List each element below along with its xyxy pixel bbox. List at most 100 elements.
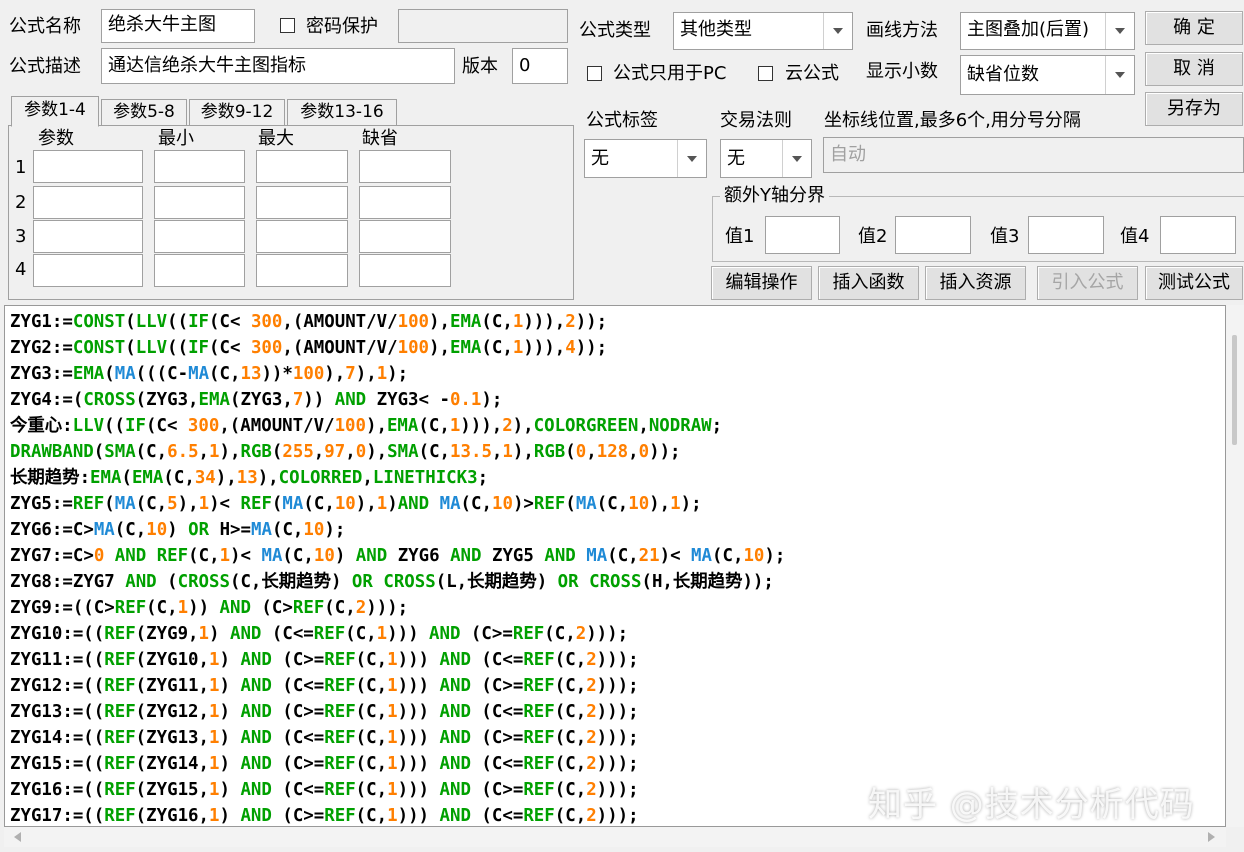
yaxis-value-input-4[interactable] [1160, 216, 1236, 254]
pc-only-checkbox[interactable] [587, 66, 602, 81]
chevron-down-icon[interactable] [677, 140, 706, 177]
code-line: ZYG14:=((REF(ZYG13,1) AND (C<=REF(C,1)))… [10, 728, 639, 748]
import-formula-button[interactable]: 引入公式 [1037, 266, 1138, 300]
test-formula-button[interactable]: 测试公式 [1145, 266, 1243, 300]
code-line: ZYG12:=((REF(ZYG11,1) AND (C<=REF(C,1)))… [10, 676, 639, 696]
param-default-input[interactable] [359, 150, 451, 183]
coord-line-input[interactable]: 自动 [823, 137, 1244, 173]
code-content: ZYG1:=CONST(LLV((IF(C< 300,(AMOUNT/V/100… [10, 309, 786, 826]
yaxis-value-label: 值2 [858, 226, 888, 247]
vertical-scrollbar[interactable] [1226, 305, 1244, 827]
scroll-thumb[interactable] [1232, 335, 1237, 445]
insert-function-button[interactable]: 插入函数 [818, 266, 919, 300]
formula-tag-value: 无 [591, 148, 609, 169]
yaxis-value-input-3[interactable] [1028, 216, 1104, 254]
formula-name-input[interactable]: 绝杀大牛主图 [101, 9, 255, 43]
code-line: ZYG1:=CONST(LLV((IF(C< 300,(AMOUNT/V/100… [10, 312, 608, 332]
yaxis-value-label: 值4 [1120, 226, 1150, 247]
yaxis-value-label: 值3 [990, 226, 1020, 247]
decimal-select[interactable]: 缺省位数 [960, 55, 1135, 95]
code-line: ZYG6:=C>MA(C,10) OR H>=MA(C,10); [10, 520, 346, 540]
insert-resource-button[interactable]: 插入资源 [925, 266, 1026, 300]
formula-type-value: 其他类型 [680, 19, 752, 40]
param-max-input[interactable] [256, 220, 348, 253]
param-name-input[interactable] [33, 150, 143, 183]
draw-method-select[interactable]: 主图叠加(后置) [960, 12, 1135, 50]
param-max-input[interactable] [256, 254, 348, 287]
formula-tag-label: 公式标签 [586, 110, 658, 131]
param-row-number: 2 [15, 192, 27, 213]
save-as-button[interactable]: 另存为 [1145, 92, 1243, 126]
trade-rule-select[interactable]: 无 [720, 139, 812, 178]
tab-params-5-8[interactable]: 参数5-8 [101, 99, 187, 125]
trade-rule-label: 交易法则 [720, 110, 792, 131]
param-min-input[interactable] [154, 186, 245, 219]
code-line: ZYG15:=((REF(ZYG14,1) AND (C>=REF(C,1)))… [10, 754, 639, 774]
coord-line-label: 坐标线位置,最多6个,用分号分隔 [824, 110, 1081, 131]
tab-params-1-4[interactable]: 参数1-4 [11, 96, 99, 127]
code-line: 今重心:LLV((IF(C< 300,(AMOUNT/V/100),EMA(C,… [10, 416, 723, 436]
param-name-input[interactable] [33, 220, 143, 253]
cloud-checkbox[interactable] [758, 66, 773, 81]
code-line: ZYG8:=ZYG7 AND (CROSS(C,长期趋势) OR CROSS(L… [10, 572, 774, 592]
ok-button[interactable]: 确 定 [1145, 11, 1243, 45]
password-label: 密码保护 [306, 16, 378, 37]
code-line: ZYG5:=REF(MA(C,5),1)< REF(MA(C,10),1)AND… [10, 494, 702, 514]
chevron-down-icon[interactable] [823, 13, 852, 49]
edit-operation-button[interactable]: 编辑操作 [711, 266, 812, 300]
code-line: ZYG2:=CONST(LLV((IF(C< 300,(AMOUNT/V/100… [10, 338, 608, 358]
code-line: ZYG13:=((REF(ZYG12,1) AND (C>=REF(C,1)))… [10, 702, 639, 722]
param-min-input[interactable] [154, 254, 245, 287]
code-line: ZYG9:=((C>REF(C,1)) AND (C>REF(C,2))); [10, 598, 409, 618]
horizontal-scrollbar[interactable] [4, 827, 1226, 847]
param-name-input[interactable] [33, 254, 143, 287]
chevron-down-icon[interactable] [1105, 56, 1134, 94]
param-min-input[interactable] [154, 220, 245, 253]
param-max-input[interactable] [256, 186, 348, 219]
param-max-input[interactable] [256, 150, 348, 183]
formula-desc-label: 公式描述 [9, 56, 81, 77]
param-default-input[interactable] [359, 186, 451, 219]
scroll-right-icon[interactable] [1208, 832, 1215, 842]
code-line: ZYG3:=EMA(MA(((C-MA(C,13))*100),7),1); [10, 364, 409, 384]
param-default-input[interactable] [359, 220, 451, 253]
code-line: ZYG4:=(CROSS(ZYG3,EMA(ZYG3,7)) AND ZYG3<… [10, 390, 503, 410]
formula-name-label: 公式名称 [9, 16, 81, 37]
draw-method-value: 主图叠加(后置) [967, 19, 1090, 40]
decimal-value: 缺省位数 [967, 64, 1039, 85]
password-checkbox[interactable] [280, 18, 295, 33]
yaxis-group-title: 额外Y轴分界 [720, 183, 829, 209]
code-line: 长期趋势:EMA(EMA(C,34),13),COLORRED,LINETHIC… [10, 468, 489, 488]
version-input[interactable]: 0 [512, 48, 568, 84]
pc-only-label: 公式只用于PC [613, 63, 727, 84]
chevron-down-icon[interactable] [782, 140, 811, 177]
yaxis-value-input-1[interactable] [765, 216, 840, 254]
param-col-header: 最大 [258, 128, 294, 149]
formula-desc-input[interactable]: 通达信绝杀大牛主图指标 [101, 48, 455, 84]
formula-type-select[interactable]: 其他类型 [673, 12, 853, 50]
code-editor[interactable]: ZYG1:=CONST(LLV((IF(C< 300,(AMOUNT/V/100… [4, 305, 1226, 827]
param-row-number: 1 [15, 157, 27, 178]
password-input[interactable] [398, 9, 568, 43]
param-col-header: 参数 [38, 128, 74, 149]
decimal-label: 显示小数 [866, 61, 938, 82]
chevron-down-icon[interactable] [1105, 13, 1134, 49]
code-line: ZYG17:=((REF(ZYG16,1) AND (C>=REF(C,1)))… [10, 806, 639, 826]
tab-params-9-12[interactable]: 参数9-12 [189, 99, 285, 125]
yaxis-value-input-2[interactable] [895, 216, 971, 254]
formula-tag-select[interactable]: 无 [584, 139, 707, 178]
draw-method-label: 画线方法 [866, 20, 938, 41]
cloud-label: 云公式 [785, 63, 839, 84]
version-label: 版本 [462, 56, 498, 77]
param-name-input[interactable] [33, 186, 143, 219]
param-col-header: 最小 [158, 128, 194, 149]
scroll-left-icon[interactable] [14, 832, 21, 842]
code-line: DRAWBAND(SMA(C,6.5,1),RGB(255,97,0),SMA(… [10, 442, 681, 462]
param-min-input[interactable] [154, 150, 245, 183]
tab-params-13-16[interactable]: 参数13-16 [287, 99, 397, 125]
cancel-button[interactable]: 取 消 [1145, 52, 1243, 86]
watermark: 知乎 @技术分析代码 [868, 785, 1195, 825]
code-line: ZYG7:=C>0 AND REF(C,1)< MA(C,10) AND ZYG… [10, 546, 786, 566]
param-default-input[interactable] [359, 254, 451, 287]
code-line: ZYG10:=((REF(ZYG9,1) AND (C<=REF(C,1))) … [10, 624, 629, 644]
